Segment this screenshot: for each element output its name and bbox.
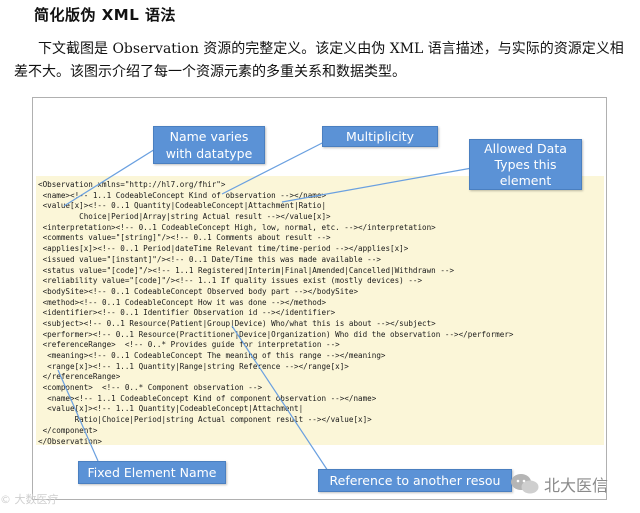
callout-name-varies-line2: with datatype	[165, 146, 253, 161]
callout-fixed-element-name: Fixed Element Name	[78, 461, 226, 484]
callout-allowed-types: Allowed Data Types this element	[469, 139, 582, 190]
callout-allowed-types-line3: element	[499, 172, 552, 188]
arrow-name-varies	[63, 145, 161, 207]
callout-reference-resource: Reference to another resou	[318, 469, 512, 492]
callout-multiplicity: Multiplicity	[322, 126, 438, 147]
watermark-left: © 大数医疗	[0, 493, 59, 506]
callout-allowed-types-line1: Allowed Data	[484, 140, 567, 156]
callout-allowed-types-line2: Types this	[494, 156, 557, 172]
arrow-reference	[231, 325, 331, 475]
arrow-fixed-name	[57, 369, 99, 462]
callout-name-varies: Name varies with datatype	[153, 126, 265, 164]
watermark-right-text: 北大医信	[544, 476, 609, 495]
arrow-allowed-types	[281, 167, 473, 203]
callout-name-varies-line1: Name varies	[169, 129, 249, 144]
callout-arrows	[57, 136, 473, 475]
wechat-icon	[511, 474, 539, 494]
watermark-right: 北大医信	[510, 472, 608, 496]
